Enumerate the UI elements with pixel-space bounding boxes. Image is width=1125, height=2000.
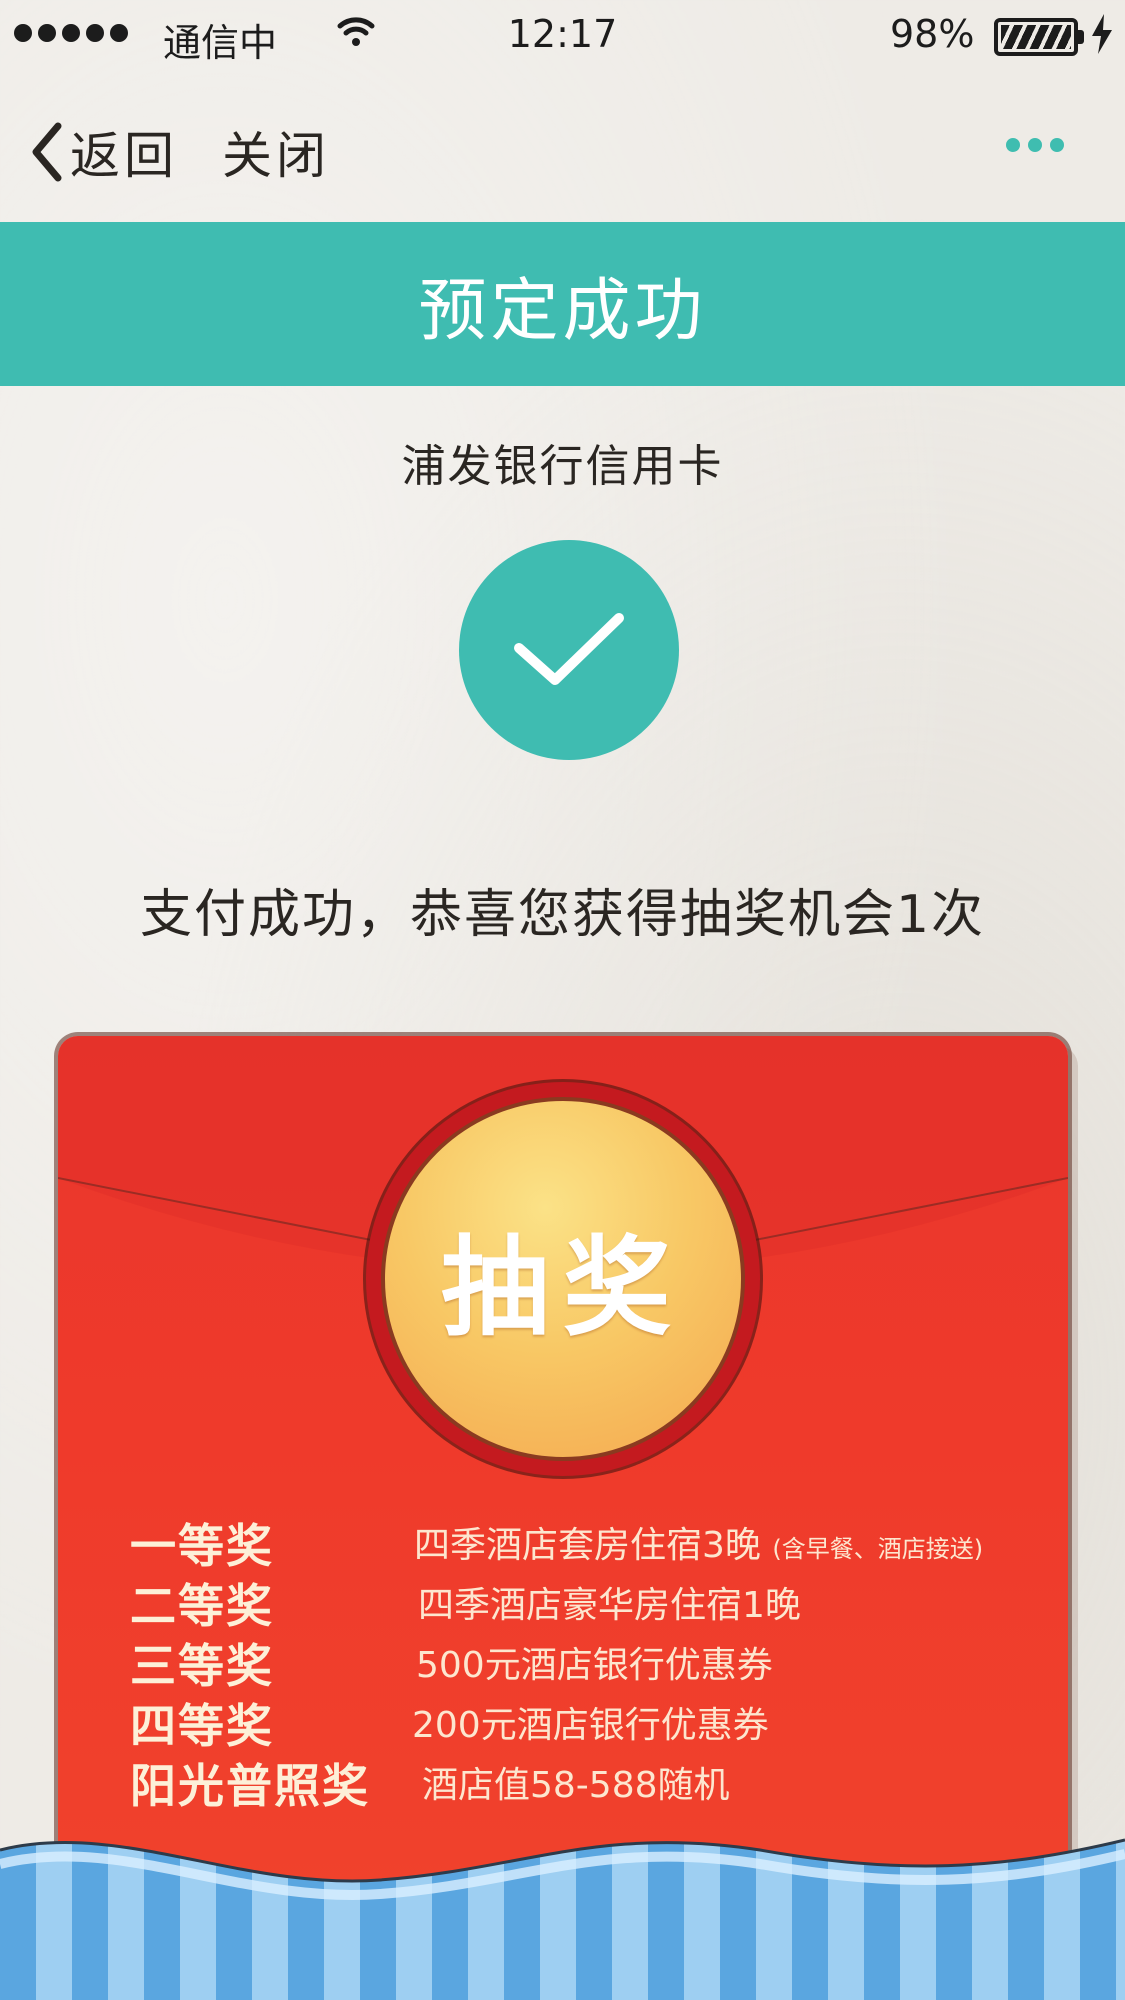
chevron-left-icon <box>32 122 62 182</box>
prize-rank: 四等奖 <box>130 1699 274 1753</box>
prize-rank: 阳光普照奖 <box>130 1759 370 1813</box>
close-button[interactable]: 关闭 <box>222 116 330 188</box>
prize-row-1: 一等奖 四季酒店套房住宿3晚 (含早餐、酒店接送) <box>130 1510 1080 1573</box>
prize-rank: 三等奖 <box>130 1639 274 1693</box>
prize-description: 四季酒店豪华房住宿1晚 <box>418 1585 801 1626</box>
prize-description: 酒店值58-588随机 <box>422 1765 730 1806</box>
battery-percentage: 98% <box>890 12 975 56</box>
prize-row-5: 阳光普照奖 酒店值58-588随机 <box>130 1750 1080 1813</box>
prize-description: 500元酒店银行优惠券 <box>416 1645 773 1686</box>
prize-row-2: 二等奖 四季酒店豪华房住宿1晚 <box>130 1570 1080 1633</box>
prize-rank: 二等奖 <box>130 1579 274 1633</box>
draw-lottery-button[interactable]: 抽奖 <box>366 1082 760 1476</box>
success-banner: 预定成功 <box>0 222 1125 386</box>
prize-row-3: 三等奖 500元酒店银行优惠券 <box>130 1630 1080 1693</box>
more-options-icon[interactable] <box>1006 138 1064 152</box>
prize-row-4: 四等奖 200元酒店银行优惠券 <box>130 1690 1080 1753</box>
success-message: 支付成功，恭喜您获得抽奖机会1次 <box>139 885 986 945</box>
navigation-bar: 返回 关闭 <box>0 90 1125 200</box>
status-bar: 通信中 12:17 98% <box>0 0 1125 70</box>
prize-description-text: 四季酒店套房住宿3晚 <box>414 1525 761 1566</box>
battery-icon <box>994 18 1084 56</box>
prize-description: 200元酒店银行优惠券 <box>412 1705 769 1746</box>
page-title: 预定成功 <box>418 271 707 351</box>
checkmark-icon <box>459 540 679 760</box>
draw-button-label: 抽奖 <box>440 1226 685 1351</box>
back-label: 返回 <box>70 127 178 185</box>
prize-description: 四季酒店套房住宿3晚 (含早餐、酒店接送) <box>414 1516 983 1568</box>
charging-bolt-icon <box>1092 14 1112 54</box>
prize-rank: 一等奖 <box>130 1519 274 1573</box>
prize-note: (含早餐、酒店接送) <box>772 1535 984 1563</box>
bank-name: 浦发银行信用卡 <box>401 441 724 492</box>
back-button[interactable]: 返回 <box>30 116 178 188</box>
prize-list: 一等奖 四季酒店套房住宿3晚 (含早餐、酒店接送) 二等奖 四季酒店豪华房住宿1… <box>130 1510 1080 1813</box>
decorative-wave <box>0 1838 1125 2000</box>
